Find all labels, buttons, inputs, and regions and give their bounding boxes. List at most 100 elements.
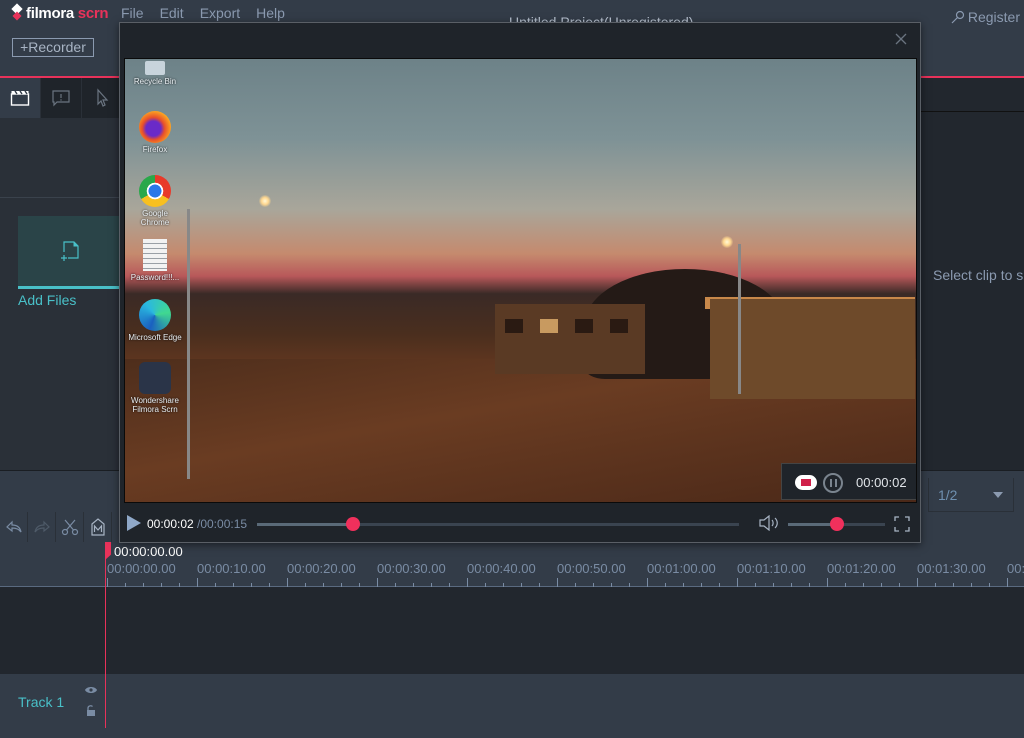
edge-icon: [139, 299, 171, 331]
ruler-label: 00:01:30.00: [917, 561, 986, 576]
ruler-label: 00:01:00.00: [647, 561, 716, 576]
media-subheader: [0, 118, 125, 198]
ruler-labels: 00:00:00.00 00:00:10.00 00:00:20.00 00:00:3…: [107, 561, 1024, 577]
clapperboard-icon: [10, 90, 30, 106]
timeline: 00:00:00.00 00:00:00.00 00:00:10.00 00:00:…: [0, 542, 1024, 738]
ruler-label: 00:00:40.00: [467, 561, 536, 576]
unlock-icon[interactable]: [86, 705, 96, 716]
filmora-scrn-icon: [139, 362, 171, 394]
ruler-label: 00:00:30.00: [377, 561, 446, 576]
volume-icon[interactable]: [758, 515, 780, 531]
ruler-tick: [1007, 578, 1008, 587]
desktop-icon-edge: Microsoft Edge: [127, 299, 183, 342]
media-tabs: [0, 78, 125, 118]
ruler-tick: [827, 578, 828, 587]
cut-button[interactable]: [56, 512, 84, 542]
chevron-down-icon: [993, 492, 1003, 498]
redo-icon: [33, 520, 50, 533]
desktop-icon-chrome: Google Chrome: [127, 175, 183, 227]
progress-knob[interactable]: [346, 517, 361, 531]
marker-icon: [90, 518, 105, 536]
recorder-button[interactable]: +Recorder: [12, 38, 94, 57]
desktop-icon-filmora-scrn: Wondershare Filmora Scrn: [127, 362, 183, 414]
track-row[interactable]: Track 1: [0, 674, 1024, 738]
menu-export[interactable]: Export: [200, 5, 240, 21]
ruler-label: 00:00:20.00: [287, 561, 356, 576]
tab-annotations[interactable]: [41, 78, 82, 118]
preview-dialog: Recycle Bin Firefox Google Chrome Passwo…: [119, 22, 921, 543]
redo-button[interactable]: [28, 512, 56, 542]
ruler-tick: [917, 578, 918, 587]
ruler-tick: [647, 578, 648, 587]
logo-text-main: filmora: [26, 4, 74, 22]
ruler-tick: [197, 578, 198, 587]
progress-slider[interactable]: [257, 517, 739, 531]
scissors-icon: [61, 519, 78, 536]
logo-text-accent: scrn: [77, 4, 109, 22]
timeline-ruler[interactable]: 00:00:00.00 00:00:00.00 00:00:10.00 00:00:…: [0, 542, 1024, 587]
firefox-icon: [139, 111, 171, 143]
menu-file[interactable]: File: [121, 5, 144, 21]
total-time: /00:00:15: [197, 517, 248, 531]
zoom-ratio-select[interactable]: 1/2: [928, 478, 1014, 512]
ruler-label: 00:01:10.00: [737, 561, 806, 576]
zoom-ratio-value: 1/2: [938, 487, 958, 503]
desktop-icon-firefox: Firefox: [127, 111, 183, 154]
cursor-icon: [97, 88, 109, 107]
play-button[interactable]: [127, 515, 141, 531]
ruler-tick: [107, 578, 108, 587]
app-logo: filmora scrn: [12, 4, 109, 22]
tab-media[interactable]: [0, 78, 41, 118]
key-icon: [951, 10, 964, 24]
track-label: Track 1: [18, 694, 65, 710]
empty-properties-message: Select clip to show: [933, 267, 1024, 283]
undo-icon: [5, 520, 22, 533]
desktop-icon-recycle-bin: Recycle Bin: [127, 61, 183, 86]
video-preview[interactable]: Recycle Bin Firefox Google Chrome Passwo…: [124, 58, 917, 503]
ruler-tick: [737, 578, 738, 587]
ruler-label: 00:01:40.00: [1007, 561, 1024, 576]
text-file-icon: [143, 239, 167, 271]
menu-bar: File Edit Export Help: [121, 5, 285, 21]
progress-fill: [257, 523, 354, 526]
playhead-line[interactable]: [105, 542, 106, 728]
ruler-label: 00:01:20.00: [827, 561, 896, 576]
filmora-scrn-app: filmora scrn File Edit Export Help Untit…: [0, 0, 1024, 738]
properties-header: [920, 78, 1024, 112]
video-frame: [125, 59, 916, 502]
volume-knob[interactable]: [829, 517, 844, 531]
ruler-ticks: [107, 578, 1024, 587]
volume-slider[interactable]: [788, 517, 885, 531]
ruler-tick: [557, 578, 558, 587]
current-time: 00:00:02: [147, 517, 194, 531]
register-button[interactable]: Register: [950, 9, 1020, 25]
desktop-icon-password-file: Password!!!...: [127, 239, 183, 282]
ruler-label: 00:00:10.00: [197, 561, 266, 576]
logo-mark-icon: [12, 5, 22, 21]
ruler-label: 00:00:00.00: [107, 561, 176, 576]
recording-time: 00:00:02: [856, 475, 907, 490]
properties-panel: Select clip to show: [920, 78, 1024, 470]
register-label: Register: [967, 9, 1020, 25]
undo-button[interactable]: [0, 512, 28, 542]
recording-overlay: 00:00:02: [781, 463, 916, 500]
close-icon[interactable]: [894, 32, 908, 46]
media-panel: Add Files: [0, 78, 125, 470]
marker-button[interactable]: [84, 512, 112, 542]
chrome-icon: [139, 175, 171, 207]
fullscreen-icon[interactable]: [894, 516, 910, 532]
tab-cursor[interactable]: [82, 78, 123, 118]
ruler-tick: [467, 578, 468, 587]
add-files-label[interactable]: Add Files: [18, 292, 76, 308]
menu-edit[interactable]: Edit: [160, 5, 184, 21]
add-files-button[interactable]: [18, 216, 123, 289]
annotation-icon: [52, 90, 70, 107]
media-library: Add Files: [0, 198, 125, 470]
stop-record-button[interactable]: [795, 475, 817, 490]
eye-icon[interactable]: [85, 686, 97, 694]
add-file-icon: [60, 241, 79, 261]
pause-record-button[interactable]: [823, 473, 843, 493]
timeline-empty-area[interactable]: [0, 587, 1024, 674]
menu-help[interactable]: Help: [256, 5, 285, 21]
player-controls: 00:00:02 /00:00:15: [120, 507, 920, 543]
